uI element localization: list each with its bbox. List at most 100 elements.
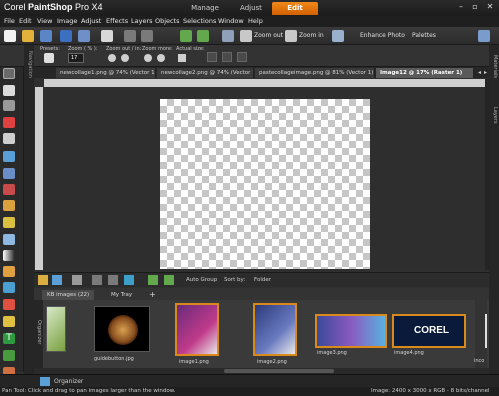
tab-kb-images[interactable]: KB images (22): [42, 290, 95, 300]
thumbnail-image1[interactable]: [175, 303, 219, 356]
zoom-out-button[interactable]: Zoom out: [254, 32, 283, 39]
navigation-sidebar[interactable]: Navigation: [24, 45, 34, 375]
auto-group-toggle[interactable]: Auto Group: [186, 277, 217, 283]
status-image-info: Image: 2400 x 3000 x RGB - 8 bits/channe…: [371, 388, 490, 394]
organizer-share-icon[interactable]: [124, 275, 134, 285]
zoom-value-input[interactable]: 17: [68, 53, 84, 63]
document-tab[interactable]: newcollage2.png @ 74% (Vector 1): [157, 68, 254, 78]
organizer-edit-icon[interactable]: [108, 275, 118, 285]
fill-tool-icon[interactable]: [3, 282, 15, 293]
thumbnail-image2[interactable]: [253, 303, 297, 356]
pick-tool-icon[interactable]: [3, 85, 15, 96]
tab-adjust[interactable]: Adjust: [234, 2, 268, 15]
help-icon[interactable]: [478, 30, 490, 42]
menu-effects[interactable]: Effects: [106, 17, 128, 25]
product-name: PaintShop: [28, 2, 73, 12]
organizer-tag-icon[interactable]: [72, 275, 82, 285]
thumbnail-partial[interactable]: [46, 306, 66, 352]
tab-edit[interactable]: Edit: [272, 2, 318, 15]
menu-layers[interactable]: Layers: [131, 17, 153, 25]
zoom-in-small-icon[interactable]: [121, 54, 129, 62]
maximize-icon[interactable]: ▫: [469, 2, 481, 12]
thumbnail-image3[interactable]: [315, 314, 387, 348]
organizer-bottom-tab[interactable]: Organizer: [54, 378, 83, 385]
organizer-folder-icon[interactable]: [38, 275, 48, 285]
menu-selections[interactable]: Selections: [183, 17, 216, 25]
dropper-tool-icon[interactable]: [3, 117, 15, 128]
preset-shape-tool-icon[interactable]: [3, 350, 15, 361]
menu-file[interactable]: File: [4, 17, 15, 25]
organizer-view-icon[interactable]: [52, 275, 62, 285]
pan-tool-icon[interactable]: [3, 68, 15, 79]
makeover-tool-icon[interactable]: [3, 168, 15, 179]
document-tab-active[interactable]: Image12 @ 17% (Raster 1): [376, 68, 474, 78]
document-tab[interactable]: newcollage1.png @ 74% (Vector 1): [56, 68, 156, 78]
save-icon[interactable]: [60, 30, 72, 42]
clone-tool-icon[interactable]: [3, 200, 15, 211]
organizer-brush-icon[interactable]: [92, 275, 102, 285]
zoom-out-icon[interactable]: [240, 30, 252, 42]
zoom-out-small-icon[interactable]: [108, 54, 116, 62]
zoom-more-in-icon[interactable]: [157, 54, 165, 62]
layers-palette-tab[interactable]: Layers: [492, 107, 498, 124]
tab-manage[interactable]: Manage: [188, 2, 222, 15]
save-as-icon[interactable]: [78, 30, 90, 42]
materials-palette-tab[interactable]: Materials: [492, 55, 498, 78]
new-file-icon[interactable]: [4, 30, 16, 42]
close-icon[interactable]: ✕: [484, 2, 496, 12]
add-tray-button[interactable]: +: [144, 290, 161, 300]
selection-tool-icon[interactable]: [3, 100, 15, 111]
crop-tool-icon[interactable]: [3, 133, 15, 144]
menu-window[interactable]: Window: [218, 17, 244, 25]
straighten-tool-icon[interactable]: [3, 151, 15, 162]
menu-image[interactable]: Image: [57, 17, 77, 25]
menu-view[interactable]: View: [37, 17, 52, 25]
organizer-side-tab[interactable]: Organizer: [34, 300, 43, 368]
zoom-in-button[interactable]: Zoom in: [299, 32, 324, 39]
flip-icon[interactable]: [180, 30, 192, 42]
tab-my-tray[interactable]: My Tray: [106, 290, 137, 300]
open-folder-icon[interactable]: [22, 30, 34, 42]
red-eye-tool-icon[interactable]: [3, 184, 15, 195]
organizer-scroll-thumb[interactable]: [224, 369, 334, 373]
organizer-rotate-right-icon[interactable]: [164, 275, 174, 285]
mirror-icon[interactable]: [197, 30, 209, 42]
gradient-tool-icon[interactable]: [3, 250, 15, 261]
actual-size-label: Actual size:: [176, 46, 205, 52]
minimize-icon[interactable]: –: [455, 2, 467, 12]
presets-hand-icon[interactable]: [44, 53, 54, 63]
sort-by-select[interactable]: Folder: [254, 277, 271, 283]
redo-icon[interactable]: [141, 30, 153, 42]
text-tool-icon[interactable]: T: [3, 333, 15, 344]
tab-scroll-right-icon[interactable]: ▸: [484, 69, 487, 76]
screen-icon[interactable]: [332, 30, 344, 42]
zoom-in-icon[interactable]: [285, 30, 297, 42]
eraser-tool-icon[interactable]: [3, 266, 15, 277]
menu-edit[interactable]: Edit: [19, 17, 32, 25]
palettes-menu[interactable]: Palettes: [412, 32, 436, 39]
zoom-more-out-icon[interactable]: [144, 54, 152, 62]
browse-icon[interactable]: [40, 30, 52, 42]
oil-brush-icon[interactable]: [3, 316, 15, 327]
actual-size-icon[interactable]: [178, 54, 186, 62]
thumbnail-guidebutton[interactable]: [94, 306, 150, 352]
color-changer-icon[interactable]: [3, 299, 15, 310]
fit-window-icon[interactable]: [222, 52, 232, 62]
fit-image-icon[interactable]: [237, 52, 247, 62]
scratch-remover-icon[interactable]: [3, 217, 15, 228]
organizer-rotate-left-icon[interactable]: [148, 275, 158, 285]
tab-scroll-left-icon[interactable]: ◂: [478, 69, 481, 76]
menu-adjust[interactable]: Adjust: [81, 17, 101, 25]
menu-help[interactable]: Help: [248, 17, 263, 25]
paint-brush-tool-icon[interactable]: [3, 234, 15, 245]
menu-objects[interactable]: Objects: [155, 17, 180, 25]
crop-to-selection-icon[interactable]: [222, 30, 234, 42]
organizer-toolbar: Auto Group Sort by: Folder: [34, 272, 489, 287]
undo-icon[interactable]: [124, 30, 136, 42]
document-tab[interactable]: pastecollageimage.png @ 81% (Vector 1): [255, 68, 375, 78]
image-canvas-transparent[interactable]: [160, 99, 370, 269]
navigate-icon[interactable]: [207, 52, 217, 62]
print-icon[interactable]: [101, 30, 113, 42]
enhance-photo-menu[interactable]: Enhance Photo: [360, 32, 405, 39]
thumbnail-image4[interactable]: COREL: [392, 314, 466, 348]
